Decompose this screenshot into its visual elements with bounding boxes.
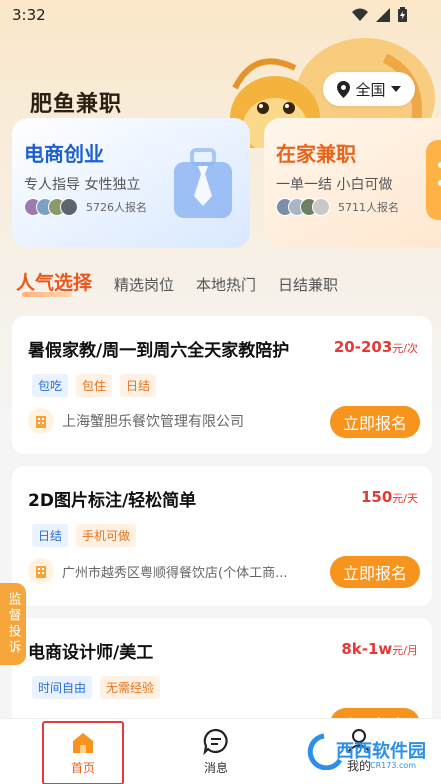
job-tag: 日结 [32,524,69,547]
document-icon [426,140,441,220]
promo-card-ecommerce[interactable]: 电商创业 专人指导 女性独立 5726人报名 [12,118,250,248]
salary-unit: 元/次 [392,342,418,355]
tab-local-hot[interactable]: 本地热门 [196,274,256,295]
avatar-group [276,198,330,216]
job-tag: 包吃 [32,374,69,397]
company-name: 广州市越秀区粤顺得餐饮店(个体工商... [62,565,288,581]
message-icon [203,728,228,755]
job-card[interactable]: 暑假家教/周一到周六全天家教陪护 20-203元/次 包吃 包住 日结 上海蟹胆… [12,316,432,454]
nav-home[interactable]: 首页 [42,721,124,784]
job-title: 2D图片标注/轻松简单 [28,491,197,511]
salary-amount: 8k-1w [341,640,393,658]
location-pin-icon [337,80,351,98]
wifi-icon [352,8,368,21]
job-tag: 无需经验 [100,676,161,699]
promo-signup-count: 5711人报名 [338,201,399,214]
site-watermark-logo: 西西软件园 CR173.com [307,733,426,770]
job-tag: 时间自由 [32,676,93,699]
tab-daily-pay[interactable]: 日结兼职 [278,274,338,295]
avatar [312,198,330,216]
promo-signup-count: 5726人报名 [86,201,147,214]
company-info: 广州市越秀区粤顺得餐饮店(个体工商... [28,558,287,584]
salary-unit: 元/月 [392,644,418,657]
company-building-icon [28,408,54,434]
avatar [60,198,78,216]
region-label: 全国 [355,80,386,99]
signal-icon [376,7,390,22]
watermark-text: 西西软件园 [336,740,426,762]
promo-card-home-job[interactable]: 在家兼职 一单一结 小白可做 5711人报名 [264,118,441,248]
job-tags: 包吃 包住 日结 [32,374,157,397]
apply-button[interactable]: 立即报名 [330,406,420,438]
battery-icon [398,7,407,22]
job-tag: 包住 [76,374,113,397]
watermark-url: CR173.com [370,761,416,770]
avatar-group [24,198,78,216]
promo-subtitle: 一单一结 小白可做 [276,177,393,193]
nav-home-label: 首页 [70,761,95,775]
salary-unit: 元/天 [392,492,418,505]
job-salary: 150元/天 [361,488,418,506]
company-building-icon [28,558,54,584]
job-tag: 手机可做 [76,524,137,547]
salary-amount: 150 [360,488,393,506]
job-salary: 20-203元/次 [334,338,418,356]
promo-title: 电商创业 [24,142,104,166]
status-icons [352,7,407,22]
promo-subtitle: 专人指导 女性独立 [24,177,141,193]
promo-footer: 5726人报名 [24,198,147,216]
company-name: 上海蟹胆乐餐饮管理有限公司 [62,414,244,430]
job-tags: 日结 手机可做 [32,524,137,547]
tab-popular[interactable]: 人气选择 [16,268,92,295]
promo-title: 在家兼职 [276,142,356,166]
app-title: 肥鱼兼职 [30,92,123,117]
active-tab-indicator [22,292,72,297]
job-tags: 时间自由 无需经验 [32,676,161,699]
status-bar: 3:32 [0,0,441,30]
caret-down-icon [390,86,401,92]
category-tabs: 人气选择 精选岗位 本地热门 日结兼职 [16,268,360,295]
region-selector[interactable]: 全国 [323,72,415,106]
company-info: 上海蟹胆乐餐饮管理有限公司 [28,408,244,434]
apply-button[interactable]: 立即报名 [330,556,420,588]
promo-footer: 5711人报名 [276,198,399,216]
home-icon [73,733,93,753]
job-card[interactable]: 2D图片标注/轻松简单 150元/天 日结 手机可做 广州市越秀区粤顺得餐饮店(… [12,466,432,606]
status-time: 3:32 [12,6,46,24]
tab-featured[interactable]: 精选岗位 [114,274,174,295]
complaint-side-tab[interactable]: 监督投诉 [0,583,26,665]
nav-messages[interactable]: 消息 [202,727,230,776]
briefcase-icon [174,148,232,218]
job-tag: 日结 [120,374,157,397]
job-salary: 8k-1w元/月 [341,640,418,658]
job-title: 暑假家教/周一到周六全天家教陪护 [28,341,290,361]
job-title: 电商设计师/美工 [28,643,154,663]
salary-amount: 20-203 [333,338,393,356]
nav-messages-label: 消息 [203,761,228,775]
